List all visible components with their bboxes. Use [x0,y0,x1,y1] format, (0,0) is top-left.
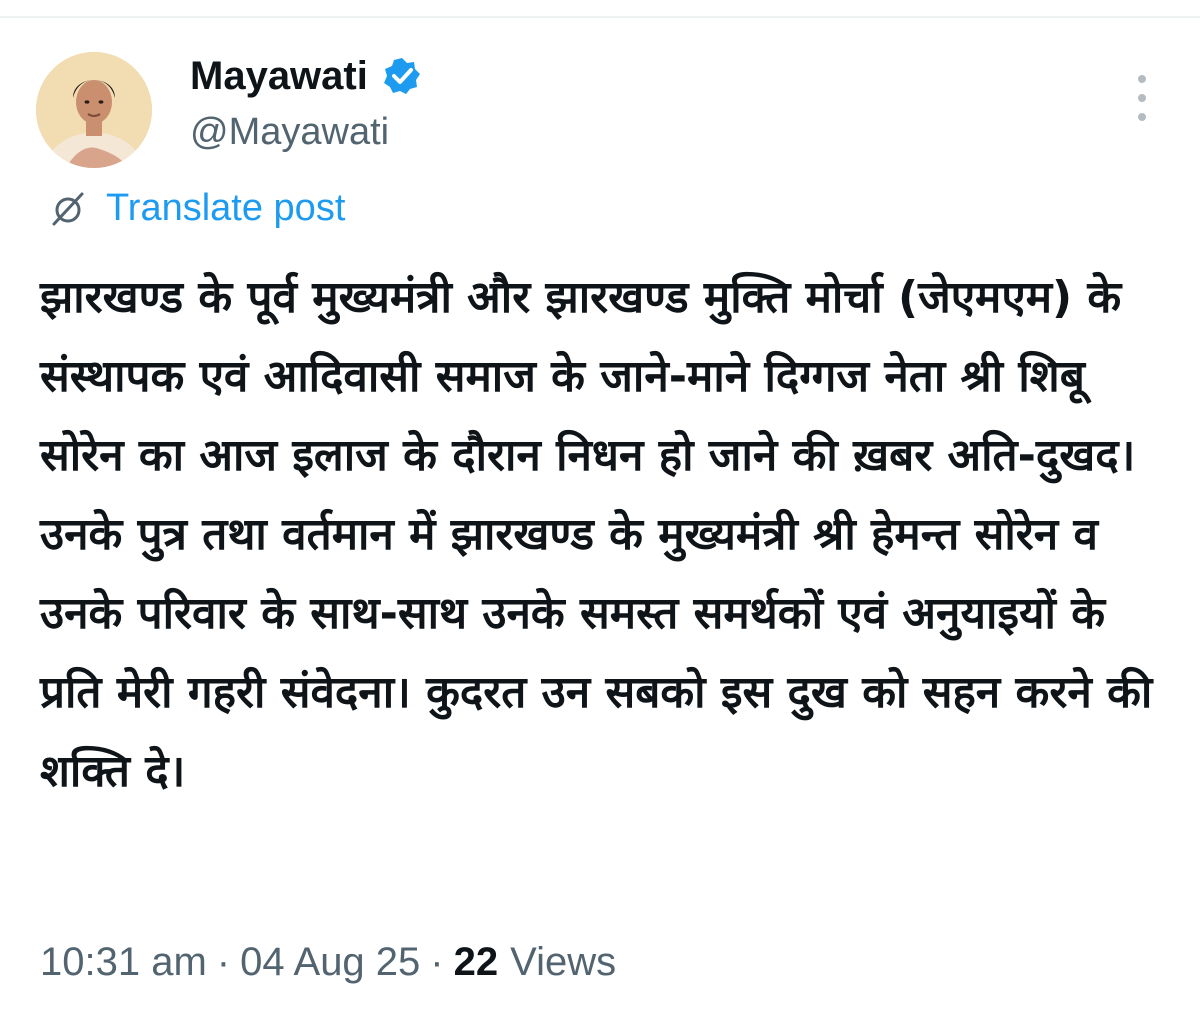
views-count[interactable]: 22 [454,936,499,988]
post-time[interactable]: 10:31 am [40,936,207,988]
more-options-icon-dot [1138,113,1146,121]
more-options-button[interactable] [1122,70,1162,126]
translate-post-button[interactable]: Translate post [48,184,345,232]
views-label: Views [510,940,617,984]
display-name[interactable]: Mayawati [190,52,368,100]
verified-badge-icon[interactable] [382,56,422,96]
avatar[interactable] [36,52,152,168]
post-date[interactable]: 04 Aug 25 [240,936,420,988]
top-divider [0,16,1200,18]
translate-post-label: Translate post [106,187,346,229]
author-handle[interactable]: @Mayawati [190,108,389,156]
profile-photo [36,52,152,168]
more-options-icon-dot [1138,94,1146,102]
author-name-row: Mayawati [190,52,422,100]
post-text: झारखण्ड के पूर्व मुख्यमंत्री और झारखण्ड … [40,272,1153,797]
meta-separator: · [216,940,231,984]
meta-separator: · [430,940,444,984]
translate-icon [52,192,84,226]
more-options-icon [1138,75,1146,83]
post-meta: 10:31 am · 04 Aug 25 · 22 Views [40,936,616,988]
